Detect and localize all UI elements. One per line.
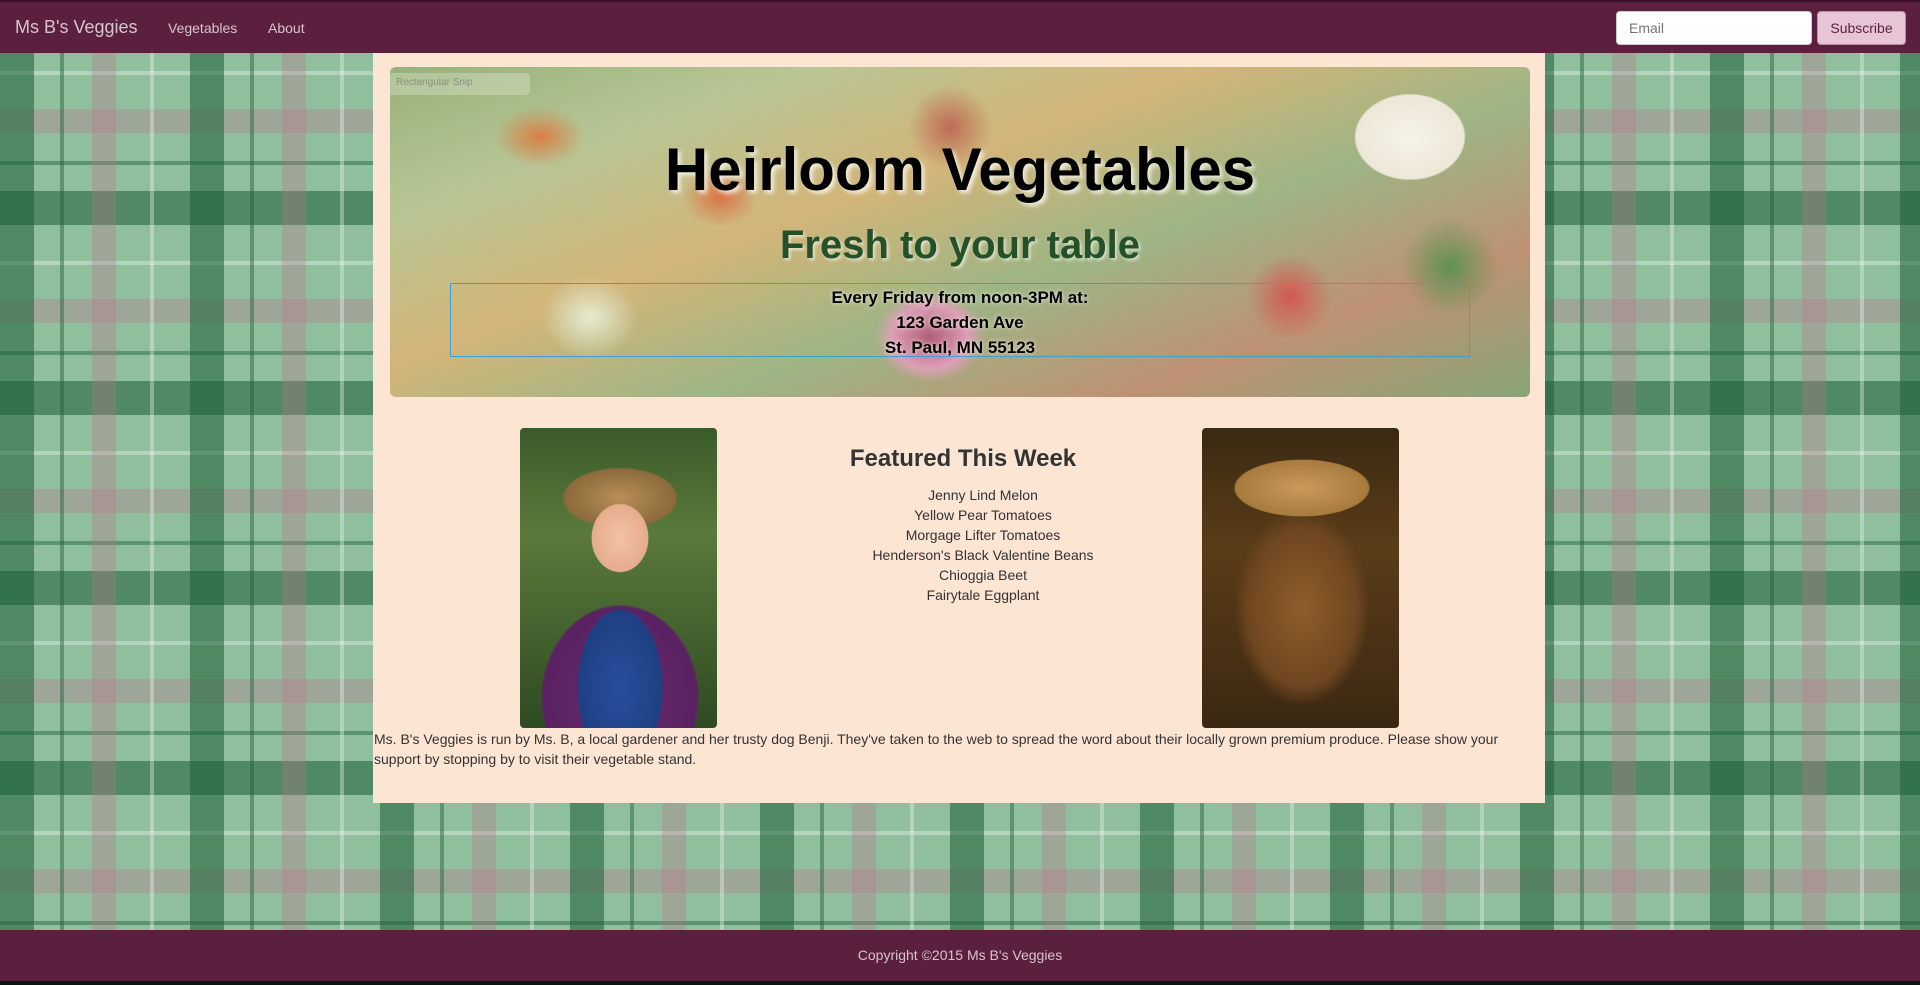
market-address: Every Friday from noon-3PM at: 123 Garde… <box>450 283 1470 357</box>
snip-watermark: Rectangular Snip <box>390 73 530 95</box>
gardener-photo <box>520 428 717 728</box>
hero-subtitle: Fresh to your table <box>779 223 1141 267</box>
top-navbar: Ms B's Veggies Vegetables About Subscrib… <box>0 0 1920 53</box>
featured-item: Chioggia Beet <box>939 567 1027 583</box>
nav-link-vegetables[interactable]: Vegetables <box>168 20 237 36</box>
hero-title: Heirloom Vegetables <box>664 136 1256 203</box>
taskbar-strip <box>0 981 1920 985</box>
address-line-city: St. Paul, MN 55123 <box>884 338 1036 357</box>
featured-item: Fairytale Eggplant <box>926 587 1040 603</box>
address-line-schedule: Every Friday from noon-3PM at: <box>831 288 1089 307</box>
main-container: Rectangular Snip Heirloom Vegetables Fre… <box>373 53 1545 803</box>
brand-link[interactable]: Ms B's Veggies <box>15 17 138 38</box>
subscribe-button[interactable]: Subscribe <box>1817 11 1906 45</box>
hero-banner: Rectangular Snip Heirloom Vegetables Fre… <box>390 67 1530 397</box>
featured-item: Yellow Pear Tomatoes <box>914 507 1052 523</box>
featured-list: Jenny Lind Melon Yellow Pear Tomatoes Mo… <box>813 485 1153 605</box>
nav-link-about[interactable]: About <box>268 20 305 36</box>
featured-item: Jenny Lind Melon <box>928 487 1038 503</box>
featured-item: Henderson's Black Valentine Beans <box>872 547 1094 563</box>
email-input[interactable] <box>1616 11 1812 45</box>
address-line-street: 123 Garden Ave <box>896 313 1024 332</box>
featured-item: Morgage Lifter Tomatoes <box>905 527 1061 543</box>
footer: Copyright ©2015 Ms B's Veggies <box>0 930 1920 985</box>
copyright-text: Copyright ©2015 Ms B's Veggies <box>857 947 1063 963</box>
dog-photo <box>1202 428 1399 728</box>
featured-title: Featured This Week <box>849 445 1077 472</box>
intro-paragraph: Ms. B's Veggies is run by Ms. B, a local… <box>374 731 1499 767</box>
